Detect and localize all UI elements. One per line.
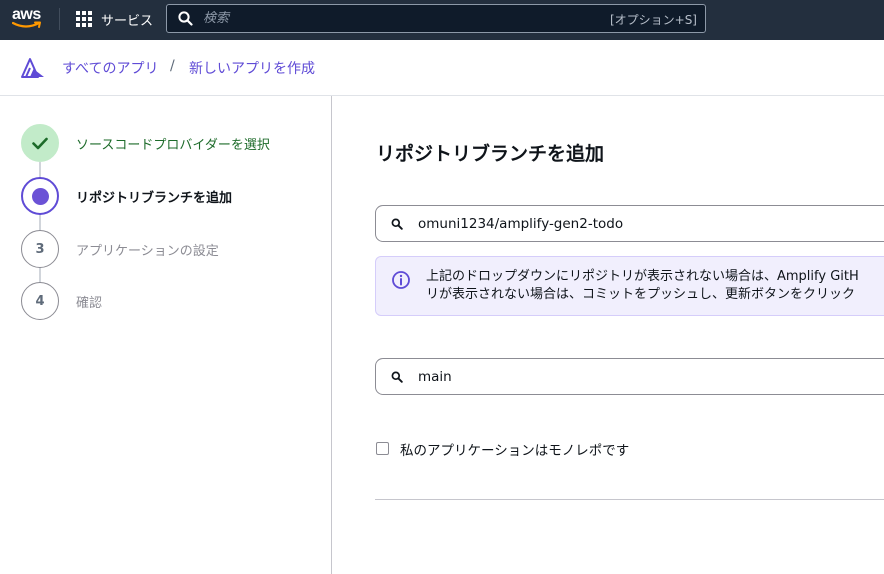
info-line: リが表示されない場合は、コミットをプッシュし、更新ボタンをクリック [426, 287, 856, 302]
branch-input[interactable] [418, 367, 878, 387]
repository-input[interactable] [418, 214, 878, 234]
services-menu-button[interactable]: サービス [76, 10, 154, 29]
step-app-settings: 3 アプリケーションの設定 [21, 230, 321, 268]
breadcrumb-bar: すべてのアプリ / 新しいアプリを作成 [0, 40, 884, 96]
wizard-steps-panel: ソースコードプロバイダーを選択 リポジトリブランチを追加 3 アプリケーションの… [0, 96, 332, 574]
search-icon [391, 371, 403, 383]
info-line: 上記のドロップダウンにリポジトリが表示されない場合は、Amplify GitH [426, 269, 859, 284]
aws-logo[interactable]: aws [12, 6, 44, 32]
step-label: ソースコードプロバイダーを選択 [76, 138, 270, 153]
global-search-input[interactable] [203, 8, 583, 29]
breadcrumb-create-app-link[interactable]: 新しいアプリを作成 [189, 58, 315, 78]
step-current-indicator [21, 177, 59, 215]
step-review: 4 確認 [21, 282, 321, 320]
page-title: リポジトリブランチを追加 [376, 143, 605, 165]
monorepo-option[interactable]: 私のアプリケーションはモノレポです [375, 438, 775, 459]
step-label: 確認 [76, 296, 103, 311]
breadcrumb-all-apps-link[interactable]: すべてのアプリ [62, 58, 158, 78]
step-number-indicator: 4 [21, 282, 59, 320]
global-search-box[interactable]: [オプション+S] [166, 4, 706, 33]
repository-select[interactable] [375, 205, 884, 242]
step-label: アプリケーションの設定 [76, 244, 219, 259]
info-icon [392, 271, 410, 289]
nav-divider [59, 8, 60, 30]
step-number-indicator: 3 [21, 230, 59, 268]
step-complete-indicator [21, 124, 59, 162]
services-label: サービス [101, 13, 154, 29]
info-alert-text: 上記のドロップダウンにリポジトリが表示されない場合は、Amplify GitH … [426, 268, 859, 304]
search-icon [178, 11, 193, 26]
current-dot-icon [31, 187, 49, 205]
step-label: リポジトリブランチを追加 [76, 191, 233, 206]
grid-icon [76, 11, 92, 27]
branch-select[interactable] [375, 358, 884, 395]
top-navigation-bar: aws サービス [オプション+S] [0, 0, 884, 40]
breadcrumb-separator: / [170, 58, 175, 74]
step-add-repo-branch: リポジトリブランチを追加 [21, 177, 321, 215]
main-content: リポジトリブランチを追加 上記のドロップダウンにリポジトリが表示されない場合は、… [333, 96, 884, 574]
info-alert: 上記のドロップダウンにリポジトリが表示されない場合は、Amplify GitH … [375, 256, 884, 316]
step-source-provider[interactable]: ソースコードプロバイダーを選択 [21, 124, 321, 162]
search-icon [391, 218, 403, 230]
check-icon [32, 137, 48, 149]
amplify-logo-icon[interactable] [21, 57, 45, 78]
monorepo-checkbox[interactable] [376, 442, 389, 455]
section-divider [375, 499, 884, 500]
aws-smile-icon [12, 21, 41, 28]
search-shortcut-hint: [オプション+S] [609, 13, 697, 27]
monorepo-label[interactable]: 私のアプリケーションはモノレポです [400, 439, 629, 459]
